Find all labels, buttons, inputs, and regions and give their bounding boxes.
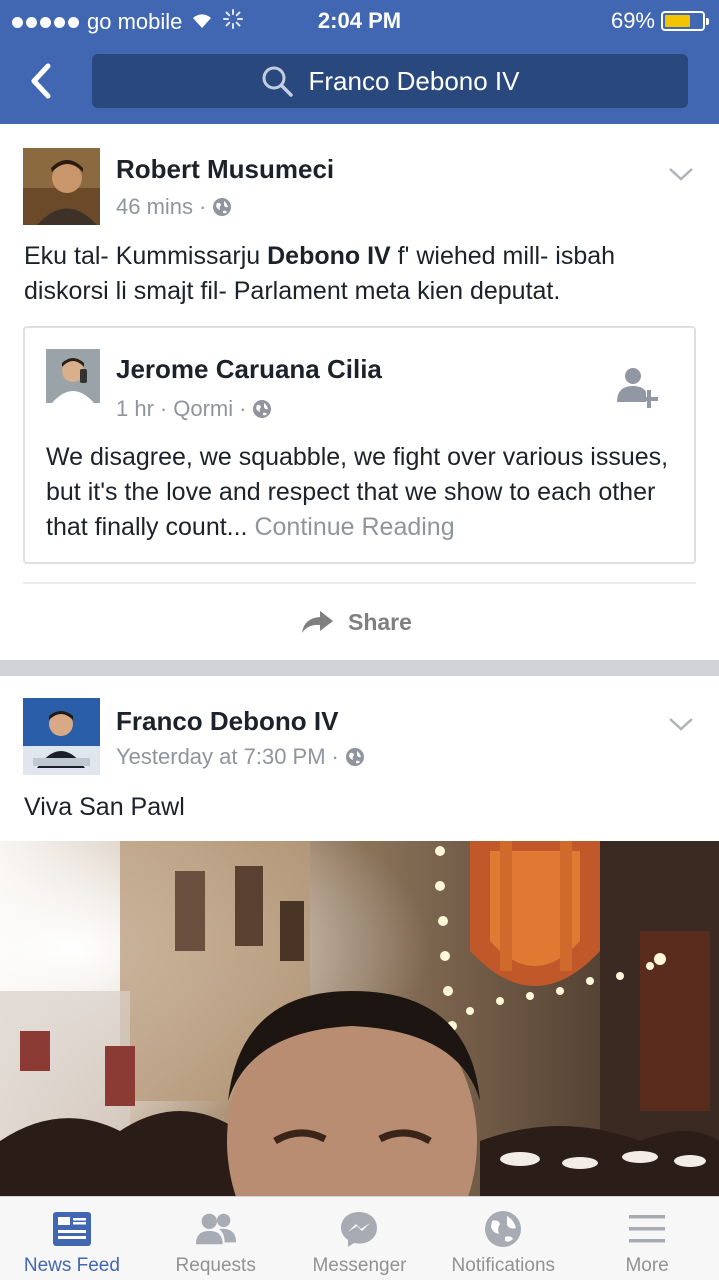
shared-post-text: We disagree, we squabble, we fight over … [46,440,686,545]
share-label: Share [348,608,412,635]
share-button[interactable]: Share [300,602,412,642]
tab-label: Notifications [451,1255,556,1276]
notifications-globe-icon [481,1209,525,1249]
post-time[interactable]: 46 mins [116,194,193,220]
tab-bar: News Feed Requests Messenger Notificatio… [0,1196,719,1280]
search-icon [262,66,294,97]
battery-icon [661,11,709,31]
shared-post-meta: 1 hr · Qormi · [116,396,272,422]
search-input[interactable]: Franco Debono IV [92,54,688,108]
post-text: Eku tal- Kummissarju Debono IV f' wiehed… [24,239,696,309]
post-time[interactable]: Yesterday at 7:30 PM [116,744,326,770]
share-arrow-icon [302,611,333,633]
tab-label: Messenger [312,1255,407,1276]
continue-reading-link[interactable]: Continue Reading [254,513,454,541]
app-header: go mobile 2:04 PM 69% Franco Debono IV [0,0,719,124]
tab-label: News Feed [23,1255,120,1276]
avatar[interactable] [46,349,100,403]
globe-icon [213,198,232,216]
post-author[interactable]: Robert Musumeci [116,154,334,185]
post-meta: Yesterday at 7:30 PM · [116,744,365,770]
shared-post-card[interactable]: Jerome Caruana Cilia 1 hr · Qormi · We d… [23,326,696,564]
back-arrow-icon [31,63,51,99]
avatar[interactable] [23,698,100,775]
meta-separator: · [239,396,247,421]
tab-news-feed[interactable]: News Feed [0,1197,144,1280]
shared-post-author[interactable]: Jerome Caruana Cilia [116,354,382,385]
tab-notifications[interactable]: Notifications [431,1197,575,1280]
post-text-bold[interactable]: Debono IV [267,242,391,270]
tab-label: More [625,1255,669,1276]
meta-separator: · [159,396,168,421]
post-text-part: Eku tal- Kummissarju [24,242,268,270]
shared-post-time[interactable]: 1 hr [116,396,154,422]
post-text: Viva San Pawl [24,793,185,821]
news-feed[interactable]: Robert Musumeci 46 mins · Eku tal- Kummi… [0,124,719,1196]
feed-post: Robert Musumeci 46 mins · Eku tal- Kummi… [0,124,719,676]
meta-separator: · [331,744,339,769]
battery-fill [665,15,690,27]
messenger-icon [337,1209,381,1249]
battery-percent: 69% [610,8,655,33]
add-friend-icon [617,368,658,408]
back-button[interactable] [22,58,62,104]
meta-separator: · [199,194,207,219]
search-query: Franco Debono IV [308,65,520,96]
status-right: 69% [610,8,709,34]
tab-requests[interactable]: Requests [144,1197,288,1280]
post-author[interactable]: Franco Debono IV [116,706,338,737]
post-separator [0,660,719,676]
tab-more[interactable]: More [575,1197,719,1280]
post-options-chevron-icon[interactable] [668,166,694,182]
post-photo[interactable] [0,841,719,1196]
globe-icon [345,748,364,766]
post-options-chevron-icon[interactable] [668,716,694,732]
more-menu-icon [625,1209,669,1249]
friend-requests-icon [194,1209,238,1249]
divider [23,582,696,584]
status-bar: go mobile 2:04 PM 69% [0,0,719,40]
shared-post-location[interactable]: Qormi [173,396,233,422]
globe-icon [253,400,272,418]
avatar[interactable] [23,148,100,225]
post-meta: 46 mins · [116,194,232,220]
add-friend-button[interactable] [613,364,661,412]
tab-messenger[interactable]: Messenger [288,1197,432,1280]
tab-label: Requests [175,1255,256,1276]
news-feed-icon [50,1209,94,1249]
